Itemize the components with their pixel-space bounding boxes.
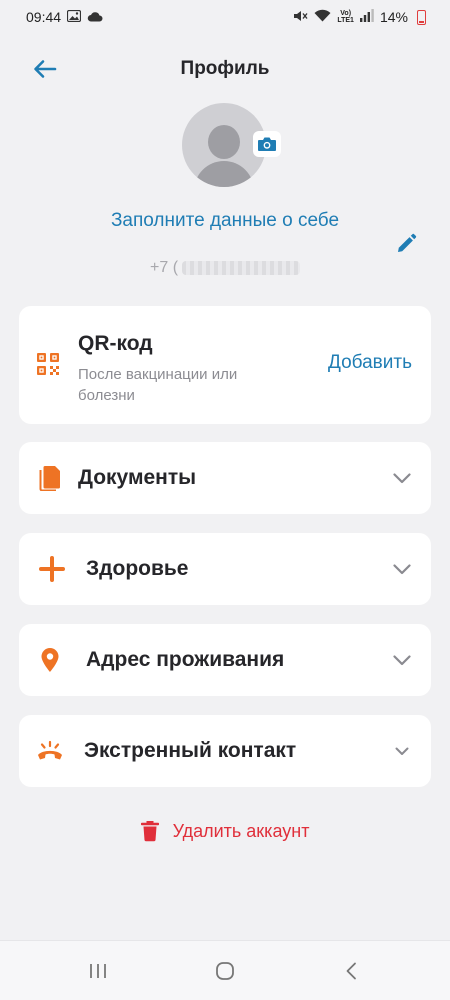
trash-icon	[140, 821, 159, 842]
wifi-icon	[314, 9, 331, 25]
battery-icon	[417, 9, 426, 25]
section-emergency-contact[interactable]: Экстренный контакт	[19, 715, 431, 787]
chevron-down-icon	[391, 559, 413, 579]
system-nav-bar	[0, 940, 450, 1000]
home-icon	[216, 962, 234, 980]
recent-apps-button[interactable]	[80, 953, 116, 989]
mute-icon	[292, 9, 308, 26]
camera-icon	[258, 137, 276, 151]
fill-profile-link[interactable]: Заполните данные о себе	[0, 210, 450, 232]
section-emergency-contact-label: Экстренный контакт	[84, 739, 297, 762]
network-label-bottom: LTE1	[337, 17, 354, 24]
avatar-placeholder-head	[208, 125, 240, 159]
location-pin-icon	[35, 646, 65, 674]
delete-account-button[interactable]: Удалить аккаунт	[0, 816, 450, 846]
section-health[interactable]: Здоровье	[19, 533, 431, 605]
chevron-down-icon	[391, 741, 413, 761]
qr-card: QR-код После вакцинации или болезни Доба…	[19, 306, 431, 424]
page-title: Профиль	[180, 58, 270, 79]
status-time: 09:44	[26, 9, 62, 25]
section-documents[interactable]: Документы	[19, 442, 431, 514]
section-documents-label: Документы	[78, 466, 197, 489]
status-right: Vo) LTE1 14%	[292, 9, 426, 26]
section-address[interactable]: Адрес проживания	[19, 624, 431, 696]
cloud-icon	[87, 9, 103, 25]
status-bar: 09:44 Vo) LTE1 14%	[0, 0, 450, 34]
qr-subtitle: После вакцинации или болезни	[78, 366, 238, 404]
home-button[interactable]	[207, 953, 243, 989]
header: Профиль	[0, 46, 450, 94]
document-icon	[35, 464, 65, 492]
chevron-down-icon	[391, 468, 413, 488]
delete-account-label: Удалить аккаунт	[172, 820, 310, 841]
network-type-label: Vo) LTE1	[337, 10, 354, 24]
section-health-label: Здоровье	[86, 557, 189, 580]
edit-profile-button[interactable]	[390, 230, 422, 258]
signal-icon	[359, 9, 374, 25]
phone-redacted	[182, 261, 301, 275]
recent-apps-icon	[90, 964, 106, 978]
phone-number: +7 (	[150, 258, 301, 278]
qr-title: QR-код	[78, 332, 153, 355]
network-label-top: Vo)	[340, 10, 352, 17]
chevron-down-icon	[391, 650, 413, 670]
battery-percent: 14%	[379, 9, 408, 25]
plus-icon	[37, 555, 67, 583]
avatar-placeholder-body	[194, 161, 254, 187]
qr-add-button[interactable]: Добавить	[328, 352, 412, 374]
gallery-icon	[66, 9, 82, 25]
pencil-icon	[398, 233, 417, 252]
change-photo-button[interactable]	[253, 131, 281, 157]
section-address-label: Адрес проживания	[86, 648, 285, 671]
qr-code-icon	[37, 353, 59, 375]
phone-prefix: +7 (	[150, 259, 179, 276]
system-back-button[interactable]	[333, 953, 369, 989]
emergency-phone-icon	[35, 737, 65, 765]
chevron-left-icon	[346, 962, 356, 980]
status-left: 09:44	[26, 9, 103, 25]
